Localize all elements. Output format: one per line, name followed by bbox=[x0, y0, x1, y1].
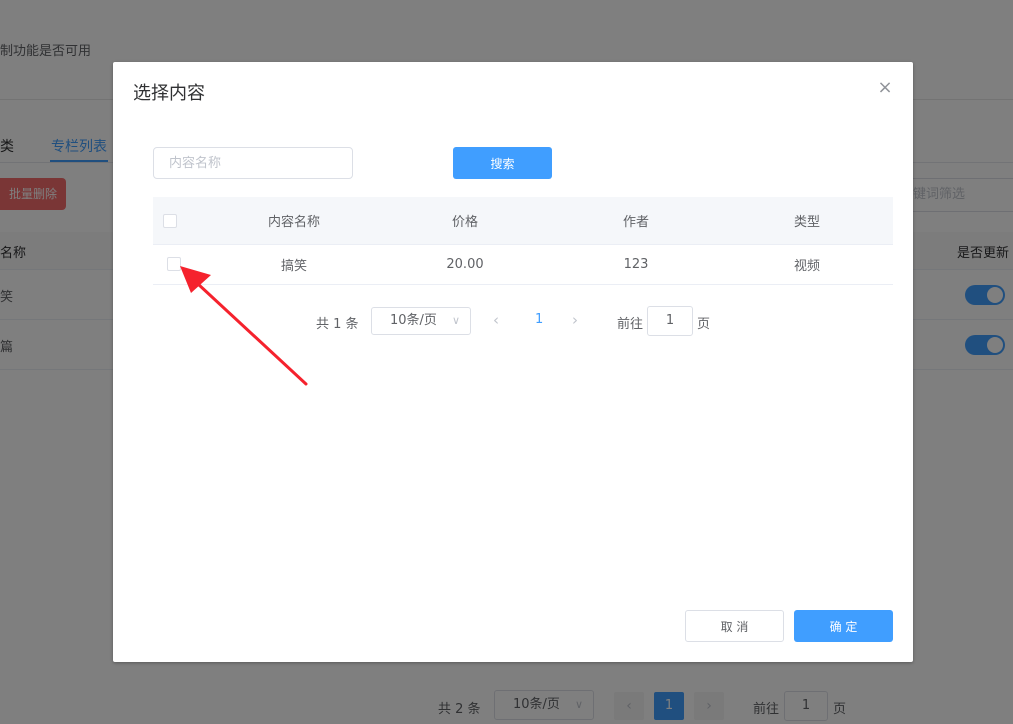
table-header: 内容名称 价格 作者 类型 bbox=[153, 197, 893, 245]
confirm-button[interactable]: 确 定 bbox=[794, 610, 893, 642]
content-name-search-input[interactable] bbox=[153, 147, 353, 179]
table-row[interactable]: 搞笑 20.00 123 视频 bbox=[153, 245, 893, 285]
prev-page-icon[interactable]: ‹ bbox=[493, 311, 499, 329]
select-all-checkbox[interactable] bbox=[163, 214, 177, 228]
dialog-pagination: 共 1 条 10条/页 ∨ ‹ 1 › 前往 1 页 bbox=[113, 306, 913, 336]
page-size-value: 10条/页 bbox=[390, 313, 437, 328]
cell-type: 视频 bbox=[793, 259, 820, 274]
page-suffix: 页 bbox=[697, 317, 711, 332]
goto-label: 前往 bbox=[617, 317, 644, 332]
page-size-select[interactable]: 10条/页 ∨ bbox=[371, 307, 471, 335]
cell-name: 搞笑 bbox=[280, 259, 307, 274]
close-icon[interactable]: × bbox=[877, 79, 893, 97]
cancel-button[interactable]: 取 消 bbox=[685, 610, 784, 642]
content-table: 内容名称 价格 作者 类型 搞笑 20.00 123 视频 bbox=[153, 197, 893, 285]
cell-price: 20.00 bbox=[446, 257, 484, 272]
pagination-total: 共 1 条 bbox=[316, 317, 359, 332]
next-page-icon[interactable]: › bbox=[572, 311, 578, 329]
search-button[interactable]: 搜索 bbox=[453, 147, 552, 179]
column-header-author: 作者 bbox=[622, 215, 649, 230]
goto-page-input[interactable]: 1 bbox=[647, 306, 693, 336]
column-header-name: 内容名称 bbox=[267, 215, 320, 230]
chevron-down-icon: ∨ bbox=[451, 314, 460, 327]
select-content-dialog: 选择内容 × 搜索 内容名称 价格 作者 类型 搞笑 20.00 123 视频 … bbox=[113, 62, 913, 662]
cell-author: 123 bbox=[623, 257, 649, 272]
dialog-title: 选择内容 bbox=[133, 83, 205, 104]
row-checkbox[interactable] bbox=[167, 257, 181, 271]
column-header-type: 类型 bbox=[793, 215, 820, 230]
page-number-active[interactable]: 1 bbox=[535, 312, 543, 327]
column-header-price: 价格 bbox=[451, 215, 478, 230]
